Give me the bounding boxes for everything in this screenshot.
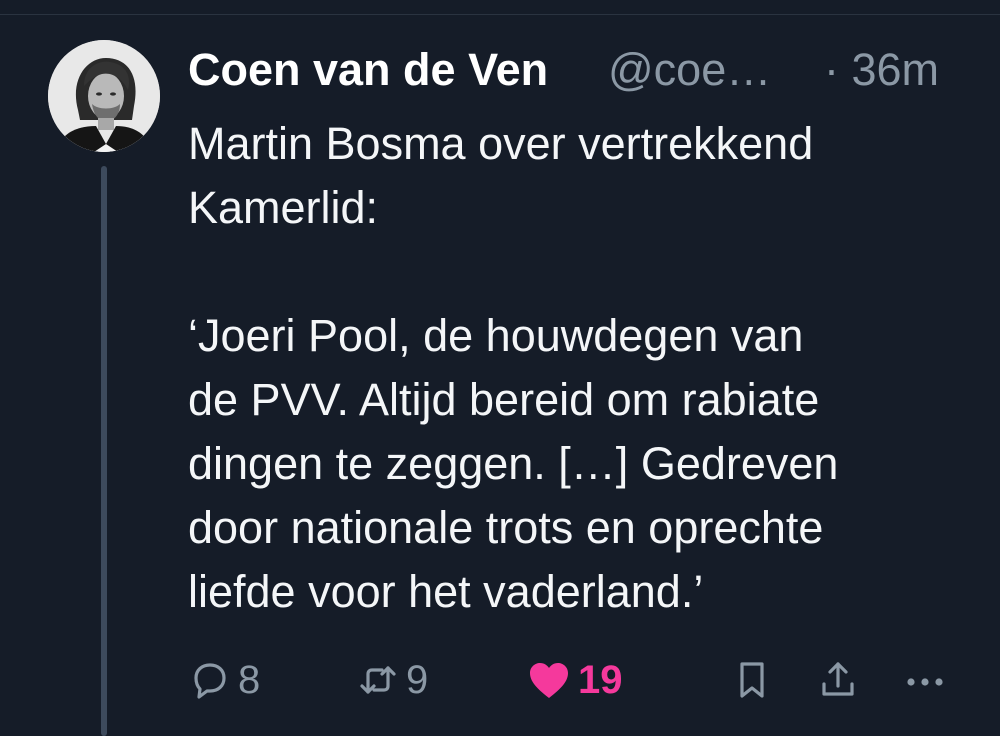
tweet-text-line: Kamerlid:	[188, 182, 379, 233]
share-button[interactable]	[816, 652, 860, 708]
reply-icon	[188, 658, 232, 702]
bookmark-icon	[730, 658, 774, 702]
tweet-text: Martin Bosma over vertrekkend Kamerlid: …	[188, 112, 978, 624]
heart-icon	[526, 658, 572, 702]
tweet-text-line: dingen te zeggen. […] Gedreven	[188, 438, 839, 489]
more-options-button[interactable]	[902, 652, 948, 708]
tweet-timestamp[interactable]: · 36m	[824, 42, 939, 98]
tweet-text-line: door nationale trots en oprechte	[188, 502, 824, 553]
share-icon	[816, 658, 860, 702]
like-count: 19	[578, 658, 623, 702]
tweet-text-line: Martin Bosma over vertrekkend	[188, 118, 814, 169]
like-button[interactable]: 19	[526, 652, 623, 708]
avatar-image	[48, 40, 160, 152]
tweet-text-line: de PVV. Altijd bereid om rabiate	[188, 374, 820, 425]
reply-count: 8	[238, 658, 261, 702]
tweet-text-blank-line	[188, 240, 978, 304]
thread-connector-line	[101, 166, 107, 736]
author-name[interactable]: Coen van de Ven	[188, 42, 548, 98]
retweet-count: 9	[406, 658, 429, 702]
tweet-action-bar: 8 9 19	[188, 652, 978, 708]
tweet-text-line: liefde voor het vaderland.’	[188, 566, 704, 617]
tweet-text-line: ‘Joeri Pool, de houwdegen van	[188, 310, 804, 361]
author-avatar[interactable]	[48, 40, 160, 152]
bookmark-button[interactable]	[730, 652, 774, 708]
tweet-header: Coen van de Ven @coe… · 36m	[188, 42, 978, 98]
top-divider	[0, 14, 1000, 15]
author-handle[interactable]: @coe…	[608, 42, 771, 98]
retweet-icon	[356, 658, 400, 702]
more-icon	[902, 658, 948, 702]
reply-button[interactable]: 8	[188, 652, 260, 708]
retweet-button[interactable]: 9	[356, 652, 428, 708]
